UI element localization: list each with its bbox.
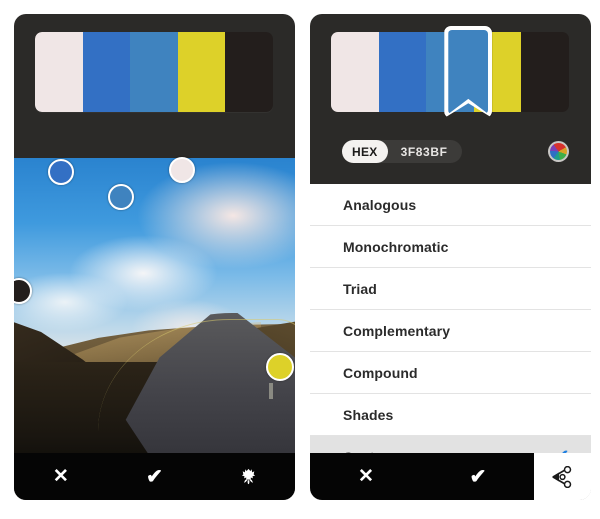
right-share-button[interactable] — [534, 453, 591, 500]
list-item-compound[interactable]: Compound — [310, 352, 591, 394]
picker-dot-2[interactable] — [169, 157, 195, 183]
list-item-label: Analogous — [343, 196, 417, 213]
list-item-label: Shades — [343, 406, 394, 423]
right-swatch-2[interactable] — [378, 32, 427, 112]
left-filters-button[interactable] — [201, 453, 295, 500]
hex-value[interactable]: 3F83BF — [388, 145, 448, 159]
check-icon: ✔ — [469, 465, 487, 488]
close-icon: ✕ — [52, 466, 69, 487]
photo-roadsign — [268, 383, 273, 400]
hex-field[interactable]: HEX 3F83BF — [342, 140, 462, 163]
left-phone-panel: ✕ ✔ — [14, 14, 295, 500]
flower-icon — [241, 468, 255, 485]
left-cancel-button[interactable]: ✕ — [14, 453, 108, 500]
picker-dot-3[interactable] — [108, 184, 134, 210]
screenshot-root: ✕ ✔ HEX 3F83BF Analogous Monochromatic T… — [0, 0, 600, 519]
left-bottom-toolbar: ✕ ✔ — [14, 453, 295, 500]
list-item-label: Complementary — [343, 322, 451, 339]
list-item-label: Monochromatic — [343, 238, 449, 255]
selected-swatch-color — [448, 30, 489, 114]
right-palette-strip[interactable] — [331, 26, 569, 118]
left-palette-swatch-row — [35, 32, 273, 112]
close-icon: ✕ — [358, 466, 374, 487]
color-wheel-button[interactable] — [548, 141, 569, 162]
list-item-complementary[interactable]: Complementary — [310, 310, 591, 352]
left-confirm-button[interactable]: ✔ — [108, 453, 202, 500]
right-swatch-1[interactable] — [331, 32, 379, 112]
picker-dot-1[interactable] — [48, 159, 74, 185]
list-item-label: Triad — [343, 280, 377, 297]
left-swatch-3[interactable] — [130, 32, 178, 112]
photo-preview[interactable] — [14, 158, 295, 467]
share-icon — [551, 465, 571, 488]
right-bottom-toolbar: ✕ ✔ — [310, 453, 534, 500]
right-phone-panel: HEX 3F83BF Analogous Monochromatic Triad… — [310, 14, 591, 500]
list-item-shades[interactable]: Shades — [310, 394, 591, 436]
hex-label: HEX — [342, 140, 388, 163]
right-cancel-button[interactable]: ✕ — [310, 453, 422, 500]
color-wheel-icon — [550, 143, 567, 160]
list-item-label: Compound — [343, 364, 418, 381]
left-swatch-5[interactable] — [225, 32, 273, 112]
left-swatch-4[interactable] — [177, 32, 226, 112]
picker-dot-5[interactable] — [266, 353, 294, 381]
left-swatch-2[interactable] — [82, 32, 131, 112]
list-item-triad[interactable]: Triad — [310, 268, 591, 310]
list-item-monochromatic[interactable]: Monochromatic — [310, 226, 591, 268]
check-icon: ✔ — [146, 465, 163, 488]
right-swatch-5[interactable] — [521, 32, 569, 112]
left-palette-strip[interactable] — [35, 32, 273, 112]
right-confirm-button[interactable]: ✔ — [422, 453, 534, 500]
left-swatch-1[interactable] — [35, 32, 83, 112]
list-item-analogous[interactable]: Analogous — [310, 184, 591, 226]
